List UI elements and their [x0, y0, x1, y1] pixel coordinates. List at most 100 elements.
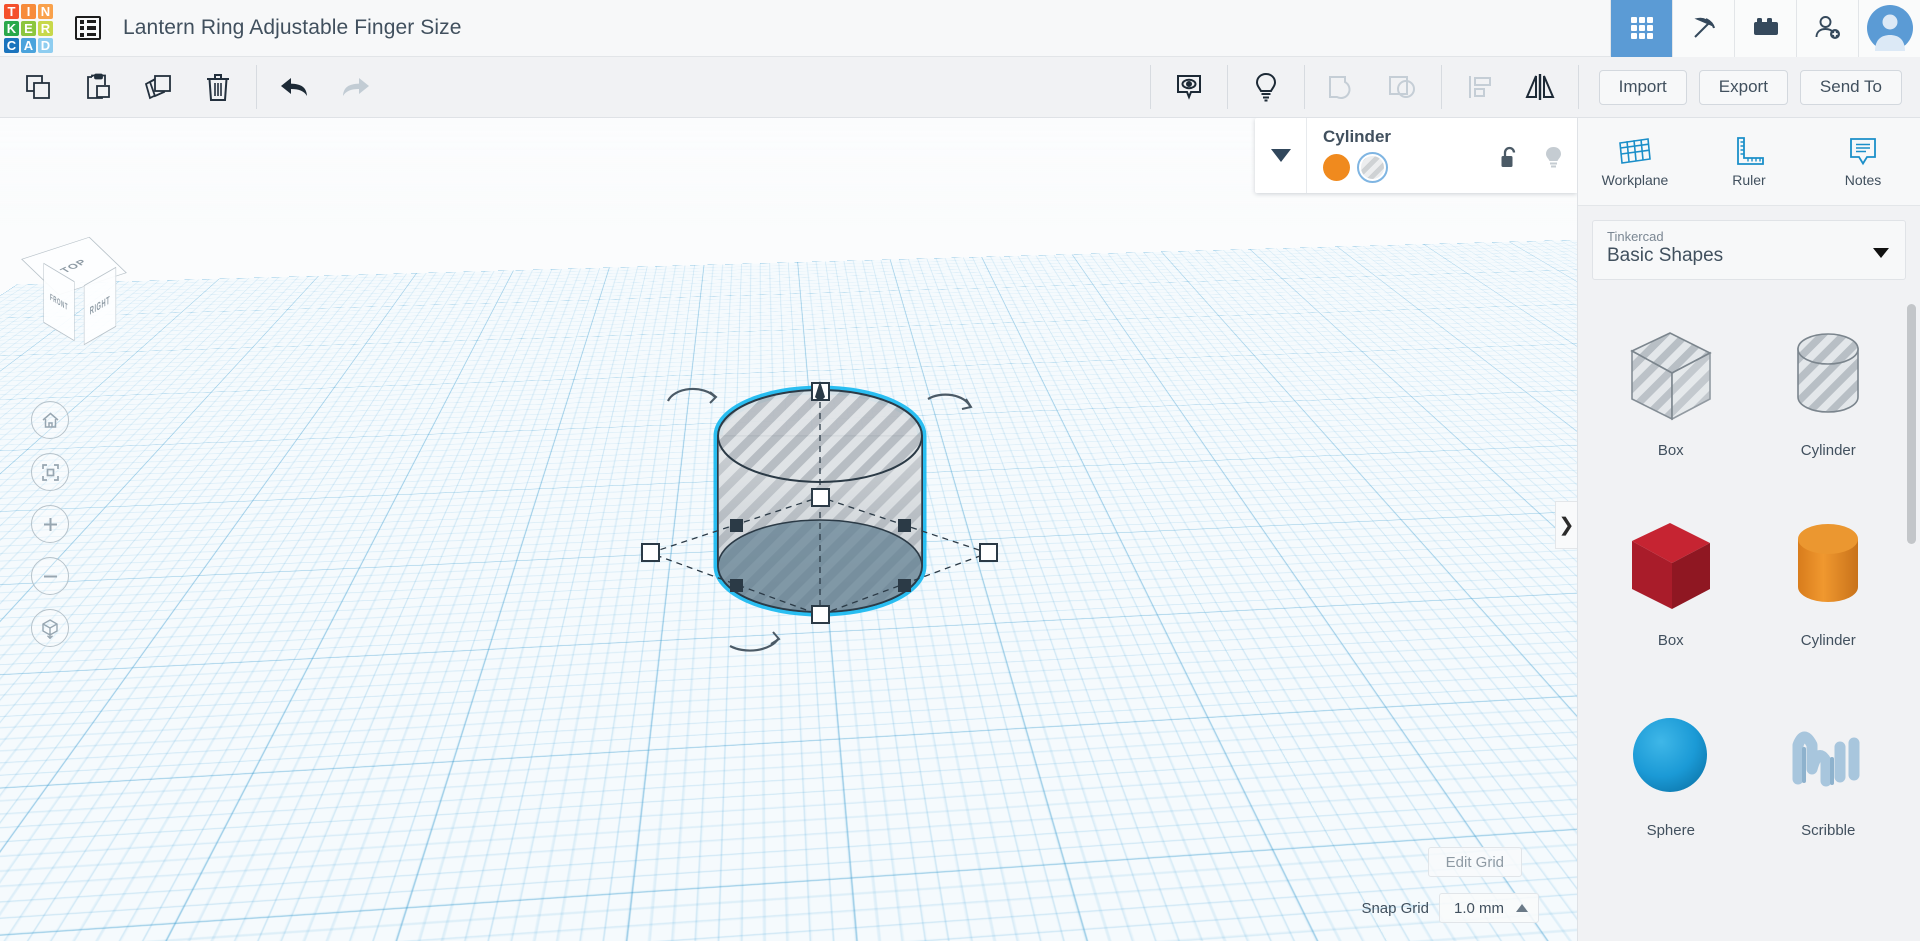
page-title: Lantern Ring Adjustable Finger Size [123, 16, 462, 40]
grid-view-icon[interactable] [1610, 0, 1672, 57]
zoom-out-button[interactable] [31, 557, 69, 595]
list-view-icon[interactable] [75, 16, 101, 40]
edge-handle-back-right[interactable] [898, 519, 911, 532]
center-handle[interactable] [812, 489, 829, 506]
ungroup-shapes-icon[interactable] [1373, 57, 1433, 118]
notes-callout-icon[interactable]: Notes [1806, 118, 1920, 205]
library-name: Basic Shapes [1607, 245, 1891, 267]
logo-tile-r-5: R [38, 21, 53, 36]
shape-label: Sphere [1647, 822, 1695, 839]
toolbar-divider [256, 65, 257, 109]
right-sidebar: Workplane Ruler Notes Tinkercad Basic Sh… [1577, 118, 1920, 941]
add-user-icon[interactable] [1796, 0, 1858, 57]
ruler-tool-label: Ruler [1732, 172, 1765, 188]
send-to-button[interactable]: Send To [1800, 70, 1902, 105]
edge-handle-front-left[interactable] [730, 579, 743, 592]
group-shapes-icon[interactable] [1313, 57, 1373, 118]
chevron-down-icon[interactable] [1255, 118, 1307, 193]
object-inspector-card: Cylinder [1255, 118, 1577, 193]
avatar[interactable] [1858, 0, 1920, 57]
caret-up-icon [1516, 904, 1528, 912]
shape-item-solid-box[interactable]: Box [1592, 486, 1750, 676]
corner-handle-front[interactable] [812, 606, 829, 623]
object-card-icons [1500, 146, 1563, 174]
perspective-toggle-button[interactable] [31, 609, 69, 647]
mirror-flip-icon[interactable] [1510, 57, 1570, 118]
list-row [80, 26, 96, 30]
shape-gallery[interactable]: Box Cylinder Box [1578, 290, 1920, 941]
lightbulb-icon[interactable] [1544, 146, 1563, 174]
workplane-tool-label: Workplane [1602, 172, 1669, 188]
shape-label: Scribble [1801, 822, 1855, 839]
library-owner: Tinkercad [1607, 229, 1891, 244]
align-icon[interactable] [1450, 57, 1510, 118]
shape-item-hole-box[interactable]: Box [1592, 296, 1750, 486]
copy-button[interactable] [8, 57, 68, 118]
shape-label: Cylinder [1801, 442, 1856, 459]
solid-color-swatch[interactable] [1323, 154, 1350, 181]
ruler-tool[interactable]: Ruler [1692, 118, 1806, 205]
shape-item-solid-sphere[interactable]: Sphere [1592, 676, 1750, 866]
eye-in-callout-icon[interactable] [1159, 57, 1219, 118]
snap-grid-select[interactable]: 1.0 mm [1439, 893, 1539, 923]
chevron-right-icon[interactable]: ❯ [1555, 501, 1577, 549]
shape-item-solid-cylinder[interactable]: Cylinder [1750, 486, 1908, 676]
shape-item-hole-cylinder[interactable]: Cylinder [1750, 296, 1908, 486]
snap-grid-row: Snap Grid 1.0 mm [1361, 893, 1539, 923]
logo-tile-a-7: A [21, 38, 36, 53]
duplicate-button[interactable] [128, 57, 188, 118]
edge-handle-front-right[interactable] [898, 579, 911, 592]
selected-shape-cylinder[interactable] [610, 273, 1030, 693]
edge-handle-back-left[interactable] [730, 519, 743, 532]
toolbar-divider [1578, 65, 1579, 109]
logo-tile-d-8: D [38, 38, 53, 53]
hole-swatch[interactable] [1359, 154, 1386, 181]
lego-brick-icon[interactable] [1734, 0, 1796, 57]
object-title: Cylinder [1323, 127, 1563, 147]
zoom-in-button[interactable] [31, 505, 69, 543]
cylinder-bottom-face [718, 520, 922, 612]
import-button[interactable]: Import [1599, 70, 1687, 105]
edit-grid-button[interactable]: Edit Grid [1428, 847, 1522, 877]
lightbulb-icon[interactable] [1236, 57, 1296, 118]
pickaxe-icon[interactable] [1672, 0, 1734, 57]
shape-label: Cylinder [1801, 632, 1856, 649]
shape-label: Box [1658, 632, 1684, 649]
undo-arrow-icon[interactable] [265, 57, 325, 118]
toolbar-right-group: Import Export Send To [1142, 57, 1920, 118]
corner-handle-left[interactable] [642, 544, 659, 561]
logo-tile-n-2: N [38, 4, 53, 19]
shape-label: Box [1658, 442, 1684, 459]
trash-icon[interactable] [188, 57, 248, 118]
logo-tile-c-6: C [4, 38, 19, 53]
snap-grid-value: 1.0 mm [1454, 900, 1504, 917]
shape-item-scribble[interactable]: Scribble [1750, 676, 1908, 866]
caret-down-icon [1873, 245, 1889, 263]
toolbar-divider [1441, 65, 1442, 109]
logo-tile-e-4: E [21, 21, 36, 36]
shape-gallery-scrollbar[interactable] [1907, 304, 1916, 544]
app-header: TIN KER CAD Lantern Ring Adjustable Finger… [0, 0, 1920, 57]
workplane-tool[interactable]: Workplane [1578, 118, 1692, 205]
view-cube[interactable]: TOP FRONT RIGHT [22, 230, 126, 326]
shape-gallery-grid: Box Cylinder Box [1578, 290, 1920, 866]
unlock-padlock-icon[interactable] [1500, 146, 1519, 174]
export-button[interactable]: Export [1699, 70, 1788, 105]
edit-tools-group [8, 57, 248, 118]
logo-tile-i-1: I [21, 4, 36, 19]
toolbar-divider [1304, 65, 1305, 109]
corner-handle-right[interactable] [980, 544, 997, 561]
object-inspector-body: Cylinder [1307, 118, 1577, 193]
3d-viewport[interactable]: TOP FRONT RIGHT [0, 118, 1577, 941]
redo-arrow-icon[interactable] [325, 57, 385, 118]
list-row [80, 20, 96, 24]
notes-tool-label: Notes [1845, 172, 1882, 188]
home-view-button[interactable] [31, 401, 69, 439]
logo-tile-t-0: T [4, 4, 19, 19]
shape-library-select[interactable]: Tinkercad Basic Shapes [1592, 220, 1906, 280]
header-actions [1610, 0, 1920, 57]
fit-to-view-button[interactable] [31, 453, 69, 491]
logo-tile-k-3: K [4, 21, 19, 36]
paste-button[interactable] [68, 57, 128, 118]
tinkercad-logo[interactable]: TIN KER CAD [0, 0, 57, 57]
